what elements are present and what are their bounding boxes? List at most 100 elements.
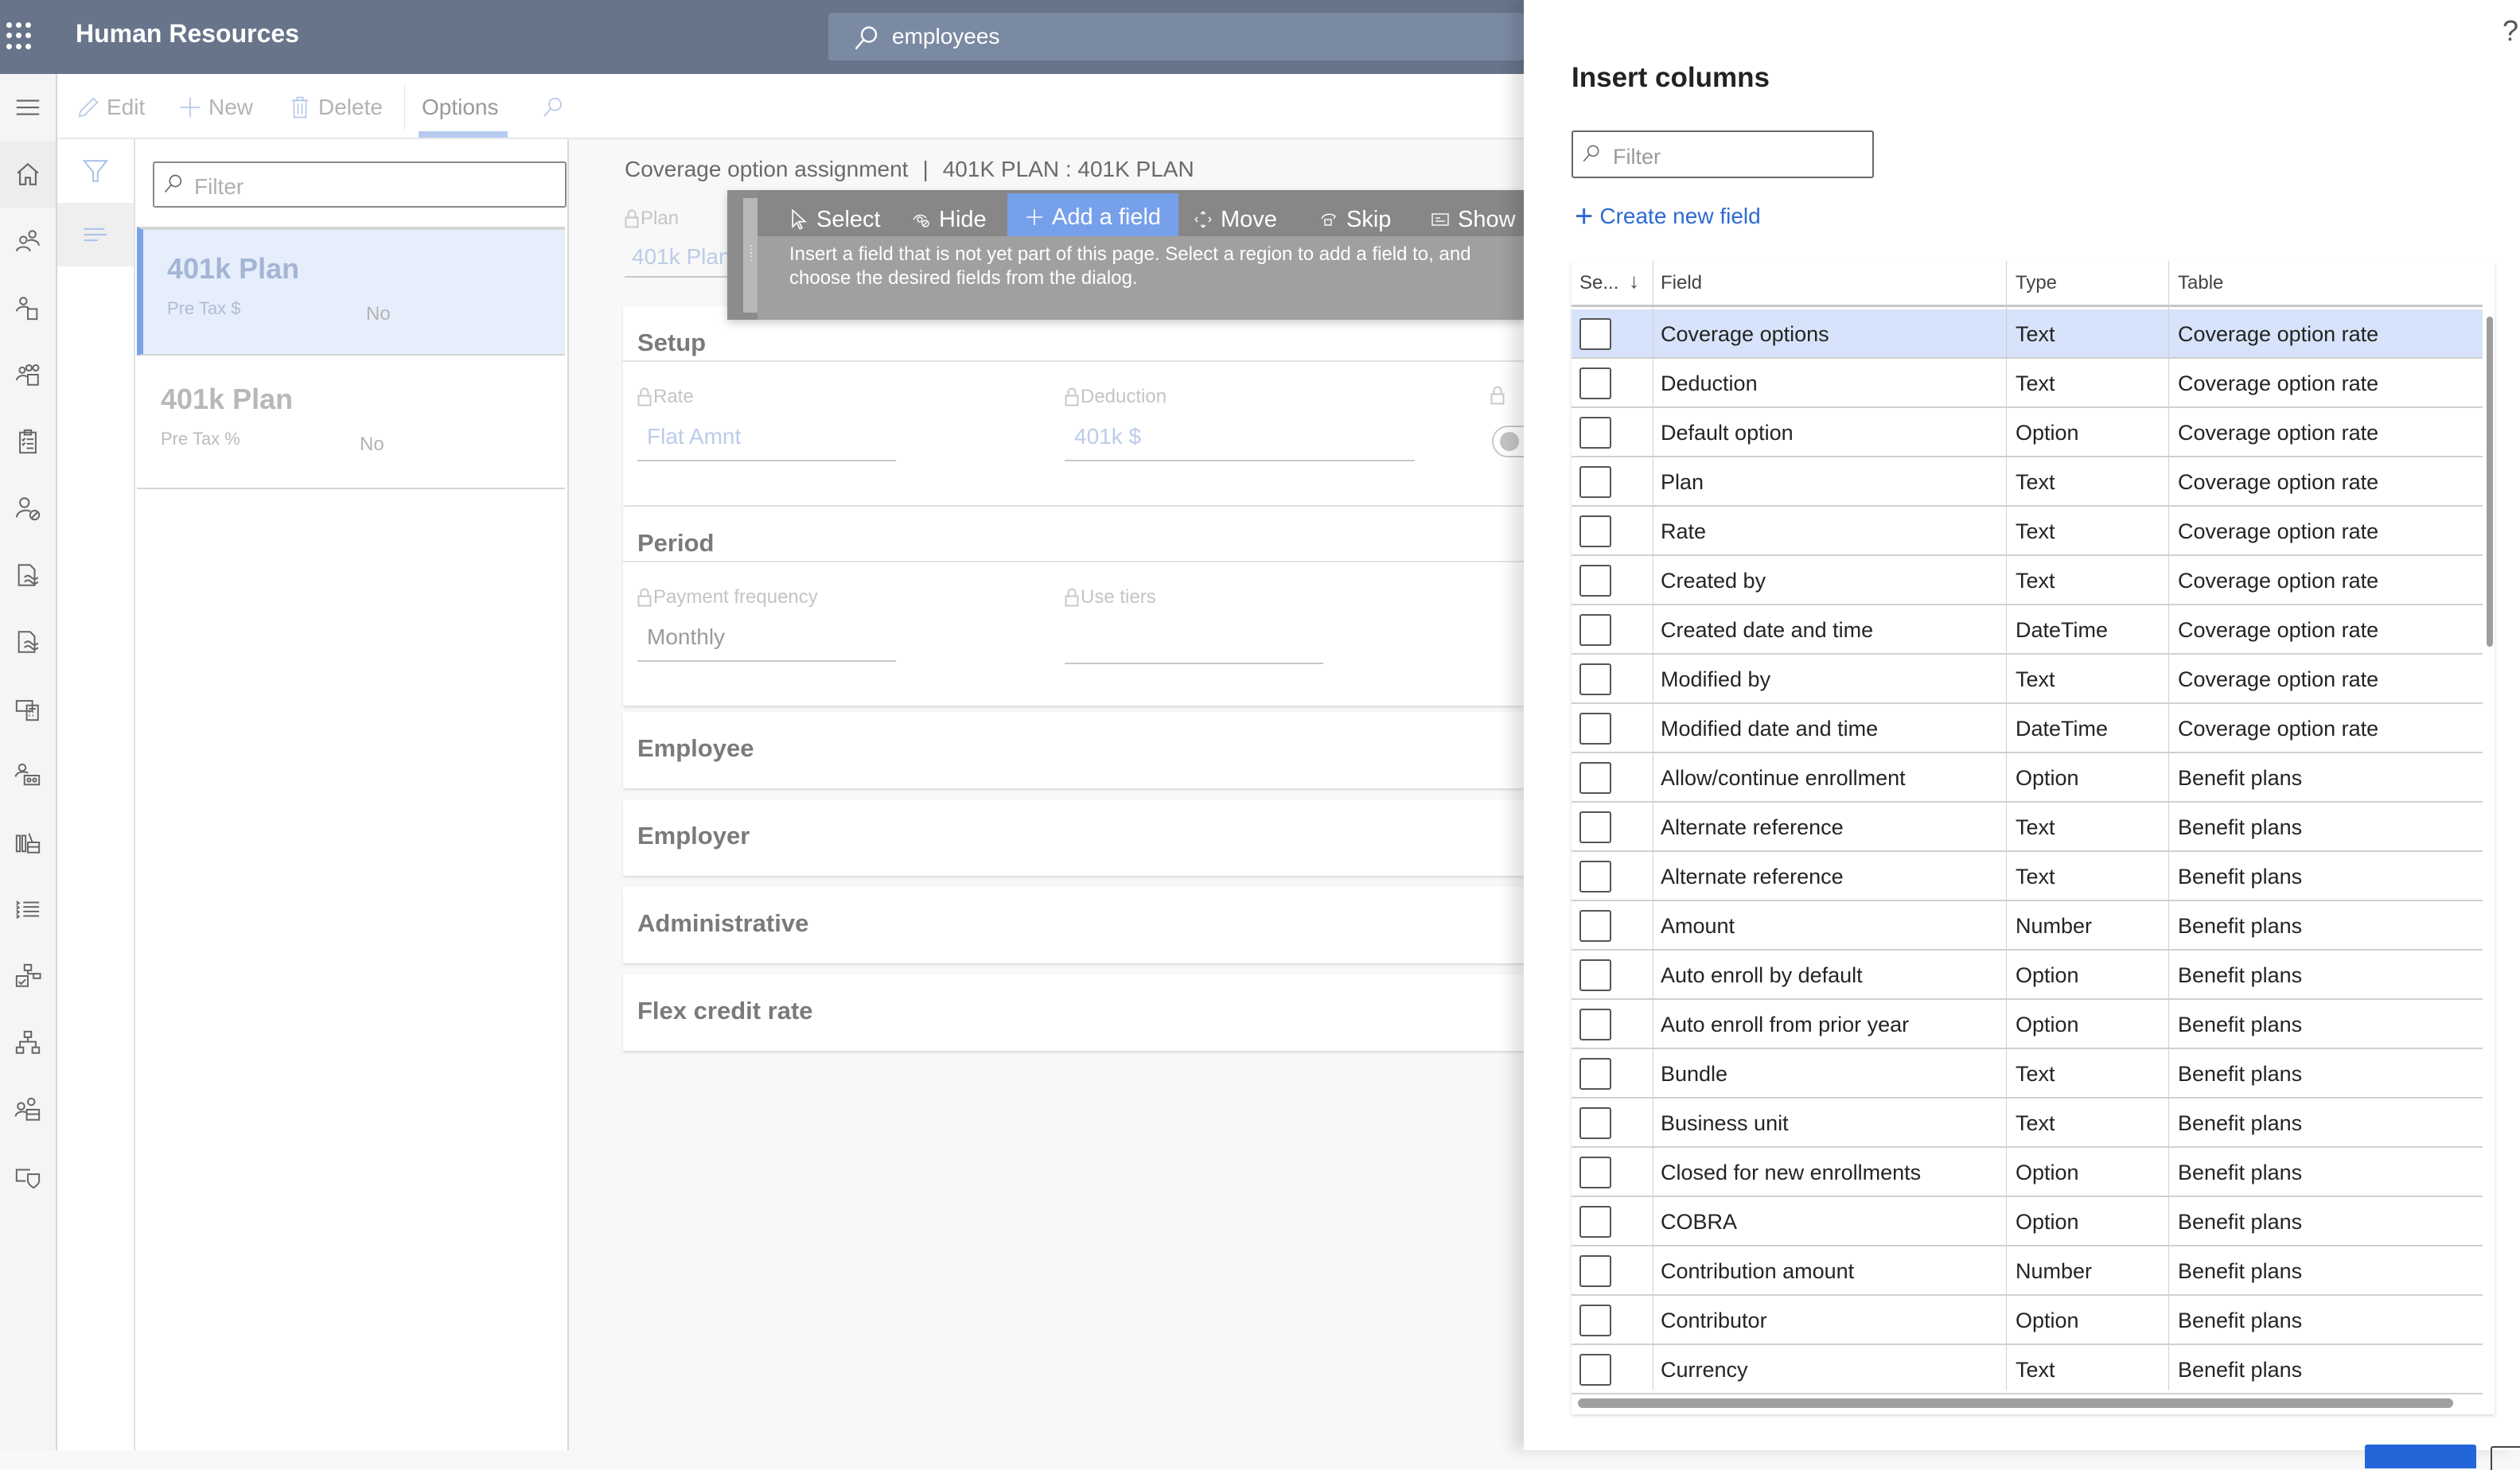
document-edit-icon[interactable]	[0, 542, 56, 609]
row-checkbox[interactable]	[1579, 713, 1611, 745]
row-checkbox[interactable]	[1579, 1009, 1611, 1040]
ok-button[interactable]	[2365, 1445, 2476, 1468]
field-row[interactable]: Coverage options Text Coverage option rate	[1572, 309, 2483, 359]
list-view-button[interactable]	[57, 203, 134, 266]
checklist-icon[interactable]	[0, 408, 56, 475]
team-briefcase-icon[interactable]	[0, 341, 56, 408]
column-header-table[interactable]: Table	[2178, 272, 2223, 294]
row-checkbox[interactable]	[1579, 466, 1611, 498]
section-header-employer[interactable]: Employer	[637, 822, 750, 850]
field-row[interactable]: Contribution amount Number Benefit plans	[1572, 1246, 2483, 1296]
field-row[interactable]: Deduction Text Coverage option rate	[1572, 359, 2483, 408]
field-row[interactable]: Bundle Text Benefit plans	[1572, 1049, 2483, 1099]
search-icon	[164, 174, 182, 193]
row-checkbox[interactable]	[1579, 910, 1611, 942]
field-row[interactable]: Business unit Text Benefit plans	[1572, 1099, 2483, 1148]
field-row[interactable]: Amount Number Benefit plans	[1572, 901, 2483, 951]
field-row[interactable]: Created by Text Coverage option rate	[1572, 556, 2483, 605]
person-document-icon[interactable]	[0, 274, 56, 341]
section-header-flex-credit-rate[interactable]: Flex credit rate	[637, 997, 813, 1025]
column-header-field[interactable]: Field	[1661, 272, 1702, 294]
field-row[interactable]: Alternate reference Text Benefit plans	[1572, 852, 2483, 901]
people-workplace-icon[interactable]	[0, 1076, 56, 1143]
field-name: Bundle	[1661, 1062, 1728, 1086]
fields-filter-input[interactable]: Filter	[1572, 130, 1874, 178]
row-checkbox[interactable]	[1579, 368, 1611, 399]
field-row[interactable]: Modified date and time DateTime Coverage o…	[1572, 704, 2483, 753]
new-button[interactable]: New	[178, 93, 253, 122]
row-checkbox[interactable]	[1579, 1354, 1611, 1386]
field-row[interactable]: Allow/continue enrollment Option Benefit p…	[1572, 753, 2483, 803]
row-checkbox[interactable]	[1579, 663, 1611, 695]
create-new-field-button[interactable]: + Create new field	[1575, 200, 1761, 232]
field-table: Benefit plans	[2178, 815, 2303, 839]
sort-descending-icon[interactable]: ↓	[1629, 269, 1639, 294]
field-row[interactable]: Plan Text Coverage option rate	[1572, 457, 2483, 507]
row-checkbox[interactable]	[1579, 1206, 1611, 1238]
org-chart-icon[interactable]	[0, 1009, 56, 1076]
person-group-icon[interactable]	[0, 742, 56, 809]
horizontal-scrollbar[interactable]	[1578, 1398, 2453, 1408]
field-row[interactable]: Closed for new enrollments Option Benefit …	[1572, 1148, 2483, 1197]
list-filter-input[interactable]: Filter	[153, 161, 567, 208]
money-calculator-icon[interactable]	[0, 675, 56, 742]
home-icon[interactable]	[0, 141, 56, 208]
field-row[interactable]: Modified by Text Coverage option rate	[1572, 655, 2483, 704]
field-row[interactable]: COBRA Option Benefit plans	[1572, 1197, 2483, 1246]
find-button[interactable]	[541, 93, 571, 122]
row-checkbox[interactable]	[1579, 565, 1611, 597]
row-checkbox[interactable]	[1579, 1107, 1611, 1139]
row-checkbox[interactable]	[1579, 861, 1611, 892]
edit-button[interactable]: Edit	[76, 93, 145, 122]
column-header-select[interactable]: Se...	[1579, 272, 1618, 294]
column-header-type[interactable]: Type	[2016, 272, 2057, 294]
row-checkbox[interactable]	[1579, 417, 1611, 449]
field-row[interactable]: Auto enroll by default Option Benefit plan…	[1572, 951, 2483, 1000]
field-row[interactable]: Currency Text Benefit plans	[1572, 1345, 2483, 1394]
section-header-period[interactable]: Period	[637, 529, 714, 558]
section-header-employee[interactable]: Employee	[637, 734, 754, 763]
options-tab[interactable]: Options	[422, 93, 499, 122]
row-checkbox[interactable]	[1579, 515, 1611, 547]
row-checkbox[interactable]	[1579, 959, 1611, 991]
row-checkbox[interactable]	[1579, 762, 1611, 794]
global-search-input[interactable]: employees	[828, 13, 1524, 60]
row-checkbox[interactable]	[1579, 1255, 1611, 1287]
row-checkbox[interactable]	[1579, 318, 1611, 350]
list-item[interactable]: 401k Plan Pre Tax % No	[137, 360, 565, 489]
row-checkbox[interactable]	[1579, 1305, 1611, 1336]
field-type: Text	[2016, 322, 2055, 346]
row-checkbox[interactable]	[1579, 614, 1611, 646]
drag-handle[interactable]: ⋮ ⋮	[743, 198, 758, 313]
field-row[interactable]: Rate Text Coverage option rate	[1572, 507, 2483, 556]
library-icon[interactable]	[0, 809, 56, 876]
field-row[interactable]: Contributor Option Benefit plans	[1572, 1296, 2483, 1345]
row-checkbox[interactable]	[1579, 1058, 1611, 1090]
delete-button[interactable]: Delete	[288, 93, 383, 122]
row-checkbox[interactable]	[1579, 1157, 1611, 1188]
shield-card-icon[interactable]	[0, 1143, 56, 1210]
people-icon[interactable]	[0, 208, 56, 274]
app-launcher-icon[interactable]	[6, 22, 35, 51]
task-list-icon[interactable]	[0, 876, 56, 943]
new-label: New	[208, 95, 254, 119]
section-header-setup[interactable]: Setup	[637, 329, 706, 357]
details-form: Coverage option assignment | 401K PLAN : 4…	[581, 139, 1540, 1450]
section-header-administrative[interactable]: Administrative	[637, 909, 808, 938]
row-checkbox[interactable]	[1579, 811, 1611, 843]
person-blocked-icon[interactable]	[0, 475, 56, 542]
field-row[interactable]: Created date and time DateTime Coverage op…	[1572, 605, 2483, 655]
hamburger-icon[interactable]	[0, 74, 56, 141]
document-signature-icon[interactable]	[0, 609, 56, 675]
field-row[interactable]: Auto enroll from prior year Option Benefit…	[1572, 1000, 2483, 1049]
field-row[interactable]: Alternate reference Text Benefit plans	[1572, 803, 2483, 852]
vertical-scrollbar[interactable]	[2487, 317, 2493, 647]
filter-button[interactable]	[57, 139, 134, 203]
org-approve-icon[interactable]	[0, 943, 56, 1009]
help-icon[interactable]: ?	[2502, 14, 2520, 48]
list-item[interactable]: 401k Plan Pre Tax $ No	[137, 227, 565, 356]
field-row[interactable]: Default option Option Coverage option rate	[1572, 408, 2483, 457]
field-type: Text	[2016, 1358, 2055, 1382]
field-table: Coverage option rate	[2178, 322, 2379, 346]
add-field-tool[interactable]: Add a field	[1007, 193, 1179, 241]
